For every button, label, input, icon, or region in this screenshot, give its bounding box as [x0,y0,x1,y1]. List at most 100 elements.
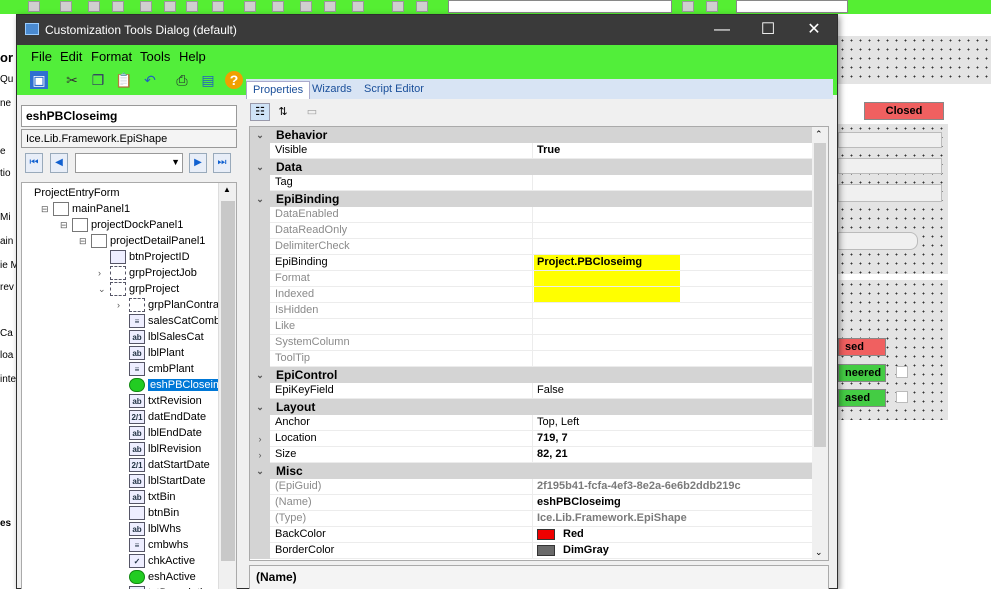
collapse-icon[interactable]: ⌄ [250,463,270,479]
tree-node[interactable]: ab txtRevision [129,393,202,409]
property-value[interactable]: DimGray [532,543,812,559]
row-gutter[interactable]: › [250,431,270,447]
last-record-button[interactable]: ⏭ [213,153,231,173]
menu-tools[interactable]: Tools [140,49,170,64]
tree-node[interactable]: ⌄ grpProject [98,281,179,297]
scroll-up-icon[interactable]: ▲ [223,185,231,194]
property-value[interactable]: False [532,383,812,399]
property-grid[interactable]: ⌄ Behavior Visible True ⌄ Data Tag ⌄ EpiBinding D… [249,126,829,561]
property-value[interactable] [532,223,812,239]
property-category[interactable]: ⌄ Behavior [250,127,812,143]
tree-node[interactable]: ab lblPlant [129,345,184,361]
property-category[interactable]: ⌄ Misc [250,463,812,479]
property-value[interactable] [532,335,812,351]
tree-node[interactable]: ≡ cmbPlant [129,361,194,377]
property-value[interactable] [532,351,812,367]
menu-help[interactable]: Help [179,49,206,64]
property-row[interactable]: BorderColor DimGray [250,543,812,559]
status-shape[interactable]: ased [838,389,886,407]
property-row[interactable]: Visible True [250,143,812,159]
tree-expander-icon[interactable]: ⊟ [41,201,51,217]
tree-node[interactable]: eshActive [129,569,196,585]
property-row[interactable]: › Size 82, 21 [250,447,812,463]
property-row[interactable]: IsHidden [250,303,812,319]
print-icon[interactable]: ⎙ [173,71,191,89]
property-row[interactable]: BackColor Red [250,527,812,543]
property-row[interactable]: ToolTip [250,351,812,367]
bg-delete-icon[interactable] [88,1,100,12]
paste-icon[interactable]: 📋 [115,71,133,89]
scroll-up-icon[interactable]: ⌃ [815,129,823,140]
control-select-combo[interactable]: ▼ [75,153,183,173]
collapse-icon[interactable]: ⌄ [250,159,270,175]
property-row[interactable]: › Location 719, 7 [250,431,812,447]
bg-attach-icon[interactable] [164,1,176,12]
row-gutter[interactable]: › [250,447,270,463]
tree-node[interactable]: ab txtBin [129,489,176,505]
scroll-down-icon[interactable]: ⌄ [815,547,823,558]
property-row[interactable]: DataReadOnly [250,223,812,239]
cut-icon[interactable]: ✂ [63,71,81,89]
tree-node[interactable]: ab lblStartDate [129,473,205,489]
collapse-icon[interactable]: ⌄ [250,127,270,143]
bg-clear-icon[interactable] [212,1,224,12]
grid-scrollbar[interactable]: ⌃ ⌄ [812,127,828,560]
tree-node[interactable]: abtxtDescription [129,585,215,589]
tree-node[interactable]: ab lblRevision [129,441,201,457]
property-row[interactable]: (Name) eshPBCloseimg [250,495,812,511]
tree-node[interactable]: › grpProjectJob [98,265,197,281]
property-value[interactable] [532,319,812,335]
bg-record-combo[interactable] [448,0,672,13]
control-name-field[interactable]: eshPBCloseimg [21,105,237,127]
sort-alphabetical-icon[interactable]: ⇅ [273,103,293,121]
bg-find-icon[interactable] [352,1,364,12]
property-value[interactable]: Ice.Lib.Framework.EpiShape [532,511,812,527]
collapse-icon[interactable]: ⌄ [250,191,270,207]
closed-status-shape[interactable]: Closed [864,102,944,120]
bg-text-field[interactable] [838,158,942,174]
tree-scrollbar[interactable]: ▲ [218,183,236,589]
property-category[interactable]: ⌄ EpiControl [250,367,812,383]
bg-last-icon[interactable] [706,1,718,12]
tree-node[interactable]: 2/1 datStartDate [129,457,210,473]
property-row[interactable]: DelimiterCheck [250,239,812,255]
tree-node[interactable]: › grpPlanContrac [117,297,224,313]
tree-expander-icon[interactable]: ⌄ [98,281,108,297]
property-row[interactable]: EpiBinding Project.PBCloseimg [250,255,812,271]
collapse-icon[interactable]: ⌄ [250,399,270,415]
next-record-button[interactable]: ▶ [189,153,207,173]
help-icon[interactable]: ? [225,71,243,89]
bg-checkbox[interactable] [896,366,908,378]
save-icon[interactable]: ▣ [30,71,48,89]
property-value[interactable]: True [532,143,812,159]
property-value[interactable]: Top, Left [532,415,812,431]
bg-first-icon[interactable] [392,1,404,12]
bg-paste-icon[interactable] [300,1,312,12]
bg-next-icon[interactable] [682,1,694,12]
first-record-button[interactable]: ⏮ [25,153,43,173]
title-bar[interactable]: Customization Tools Dialog (default) — ☐… [17,15,837,45]
property-row[interactable]: (Type) Ice.Lib.Framework.EpiShape [250,511,812,527]
menu-edit[interactable]: Edit [60,49,82,64]
preview-icon[interactable]: ▤ [199,71,217,89]
property-row[interactable]: Like [250,319,812,335]
property-value[interactable] [532,175,812,191]
categorized-icon[interactable]: ☷ [250,103,270,121]
tree-expander-icon[interactable]: ⊟ [60,217,70,233]
property-value[interactable]: eshPBCloseimg [532,495,812,511]
property-row[interactable]: SystemColumn [250,335,812,351]
tab-properties[interactable]: Properties [246,81,311,99]
tree-expander-icon[interactable]: › [117,297,127,313]
property-row[interactable]: Indexed [250,287,812,303]
property-category[interactable]: ⌄ Layout [250,399,812,415]
property-row[interactable]: Format [250,271,812,287]
tree-expander-icon[interactable]: › [98,265,108,281]
property-value[interactable]: 719, 7 [532,431,812,447]
tree-node[interactable]: ≡ salesCatCombo [129,313,226,329]
property-value[interactable] [532,207,812,223]
status-shape[interactable]: sed [838,338,886,356]
tree-node[interactable]: btnBin [129,505,179,521]
property-category[interactable]: ⌄ EpiBinding [250,191,812,207]
bg-checkbox[interactable] [896,391,908,403]
bg-refresh-icon[interactable] [112,1,124,12]
